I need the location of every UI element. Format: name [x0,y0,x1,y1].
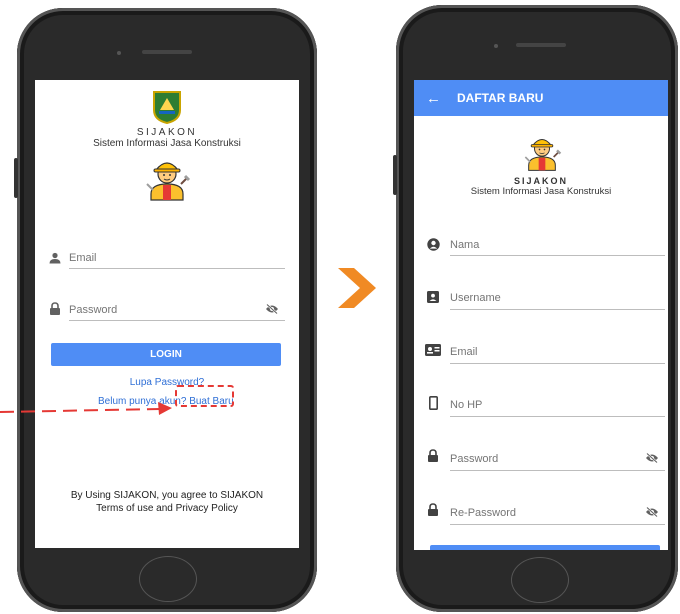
phone-number-input[interactable]: No HP [450,396,665,414]
phone-frame-register: ← DAFTAR BARU SIJAKON Sistem Informasi J… [393,5,678,612]
phone-earpiece [516,43,566,47]
phone-side-button [14,158,18,198]
re-password-input[interactable]: Re-Password [450,504,640,522]
construction-worker-mascot [524,139,562,171]
username-placeholder: Username [450,292,501,304]
login-screen: SIJAKON Sistem Informasi Jasa Konstruksi… [35,80,299,548]
account-box-icon [427,291,439,303]
lock-icon [428,449,438,462]
lock-icon [50,302,60,315]
email-placeholder: Email [450,346,478,358]
construction-worker-mascot [146,162,191,201]
phone-camera [494,44,498,48]
email-underline [69,268,285,269]
contact-card-icon [425,344,441,356]
name-input[interactable]: Nama [450,236,665,254]
annotation-highlight-box [175,385,234,407]
password-underline [69,320,285,321]
username-input[interactable]: Username [450,289,665,307]
phone-side-button [393,155,397,195]
password-input[interactable]: Password [450,450,640,468]
app-bar-title: DAFTAR BARU [457,91,544,105]
home-button [139,556,197,602]
phone-frame-login: SIJAKON Sistem Informasi Jasa Konstruksi… [14,8,317,612]
phone-icon [429,396,438,410]
person-icon [49,252,61,264]
back-arrow-icon[interactable]: ← [426,91,441,106]
home-button [511,557,569,603]
name-underline [450,255,665,256]
brand-subtitle: Sistem Informasi Jasa Konstruksi [470,186,612,197]
phone-camera [117,51,121,55]
lock-icon [428,503,438,516]
forgot-password-link[interactable]: Lupa Password? [35,377,299,388]
regional-emblem-logo [153,91,181,124]
email-placeholder: Email [69,252,97,264]
password-underline [450,470,665,471]
phone-number-underline [450,416,665,417]
visibility-off-icon[interactable] [265,304,279,314]
re-password-placeholder: Re-Password [450,507,517,519]
brand-name: SIJAKON [513,176,568,186]
next-step-chevron-icon [338,268,376,308]
phone-number-placeholder: No HP [450,399,483,411]
password-placeholder: Password [69,304,118,316]
email-underline [450,363,665,364]
brand-name: SIJAKON [136,127,198,138]
password-input[interactable]: Password [69,301,259,319]
app-bar: ← DAFTAR BARU [414,80,668,116]
phone-earpiece [142,50,192,54]
brand-subtitle: Sistem Informasi Jasa Konstruksi [93,138,241,149]
register-screen: ← DAFTAR BARU SIJAKON Sistem Informasi J… [414,80,668,550]
password-placeholder: Password [450,453,499,465]
login-button[interactable]: LOGIN [51,343,281,366]
terms-line-1: By Using SIJAKON, you agree to SIJAKON [70,490,264,501]
terms-line-2[interactable]: Terms of use and Privacy Policy [35,503,299,514]
username-underline [450,309,665,310]
visibility-off-icon[interactable] [645,507,659,517]
register-submit-button[interactable] [430,545,660,550]
annotation-arrow [0,402,172,415]
re-password-underline [450,524,665,525]
visibility-off-icon[interactable] [645,453,659,463]
email-input[interactable]: Email [450,343,665,361]
account-circle-icon [427,238,440,251]
name-placeholder: Nama [450,239,480,251]
email-input[interactable]: Email [69,249,285,267]
